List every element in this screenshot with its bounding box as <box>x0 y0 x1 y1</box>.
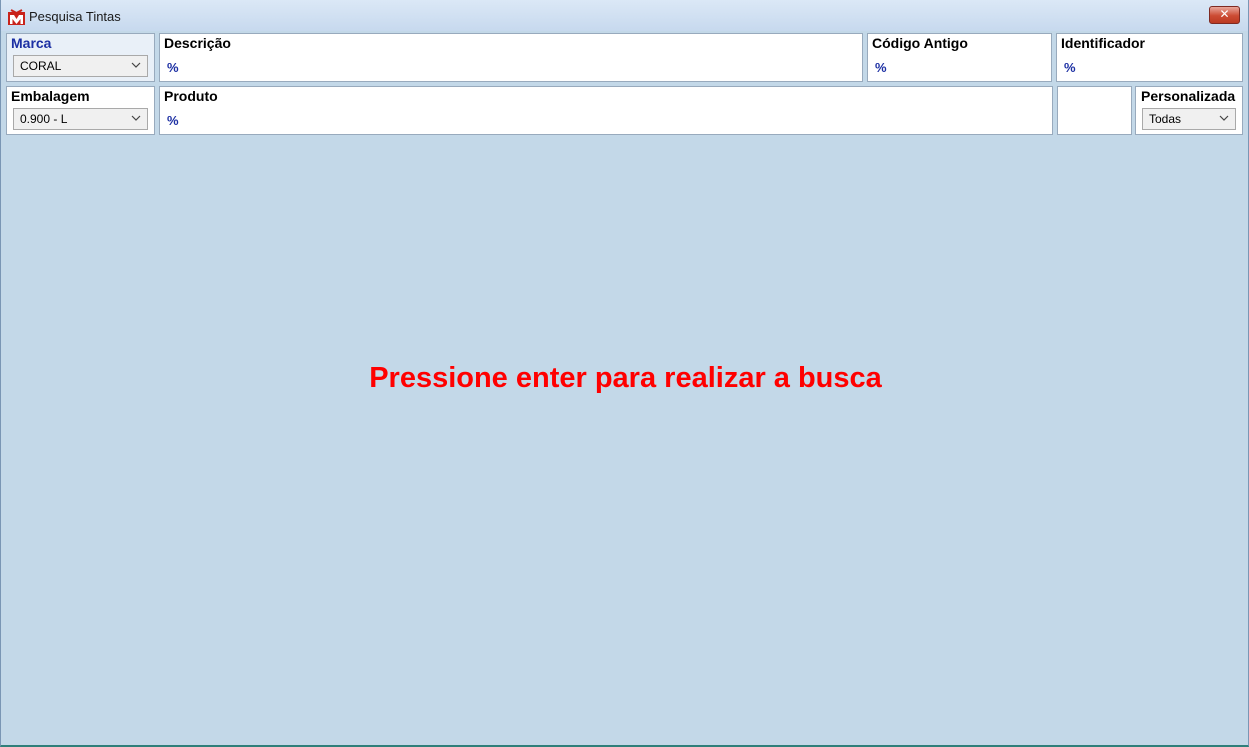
embalagem-field: Embalagem 0.900 - L <box>6 86 155 135</box>
window-title: Pesquisa Tintas <box>29 9 121 24</box>
blank-field[interactable] <box>1057 86 1132 135</box>
personalizada-label: Personalizada <box>1141 88 1236 104</box>
codigo-antigo-field[interactable]: Código Antigo % <box>867 33 1052 82</box>
descricao-input[interactable]: % <box>167 60 179 75</box>
paint-brand-icon <box>8 9 25 25</box>
marca-value: CORAL <box>20 59 62 73</box>
marca-field: Marca CORAL <box>6 33 155 82</box>
embalagem-select[interactable]: 0.900 - L <box>13 108 148 130</box>
produto-input[interactable]: % <box>167 113 179 128</box>
identificador-label: Identificador <box>1061 35 1146 51</box>
chevron-down-icon <box>131 115 141 121</box>
codigo-antigo-input[interactable]: % <box>875 60 887 75</box>
chevron-down-icon <box>1219 115 1229 121</box>
close-icon: ✕ <box>1219 7 1230 21</box>
produto-label: Produto <box>164 88 218 104</box>
produto-field[interactable]: Produto % <box>159 86 1053 135</box>
personalizada-field: Personalizada Todas <box>1135 86 1243 135</box>
marca-select[interactable]: CORAL <box>13 55 148 77</box>
identificador-field[interactable]: Identificador % <box>1056 33 1243 82</box>
embalagem-label: Embalagem <box>11 88 90 104</box>
descricao-field[interactable]: Descrição % <box>159 33 863 82</box>
personalizada-value: Todas <box>1149 112 1182 126</box>
descricao-label: Descrição <box>164 35 231 51</box>
pesquisa-tintas-window: Pesquisa Tintas ✕ Marca CORAL Descrição … <box>0 0 1249 747</box>
chevron-down-icon <box>131 62 141 68</box>
identificador-input[interactable]: % <box>1064 60 1076 75</box>
embalagem-value: 0.900 - L <box>20 112 68 126</box>
search-hint-message: Pressione enter para realizar a busca <box>369 362 882 394</box>
title-bar: Pesquisa Tintas ✕ <box>1 0 1248 31</box>
close-button[interactable]: ✕ <box>1209 6 1240 24</box>
marca-label: Marca <box>11 35 52 51</box>
codigo-antigo-label: Código Antigo <box>872 35 968 51</box>
personalizada-select[interactable]: Todas <box>1142 108 1236 130</box>
